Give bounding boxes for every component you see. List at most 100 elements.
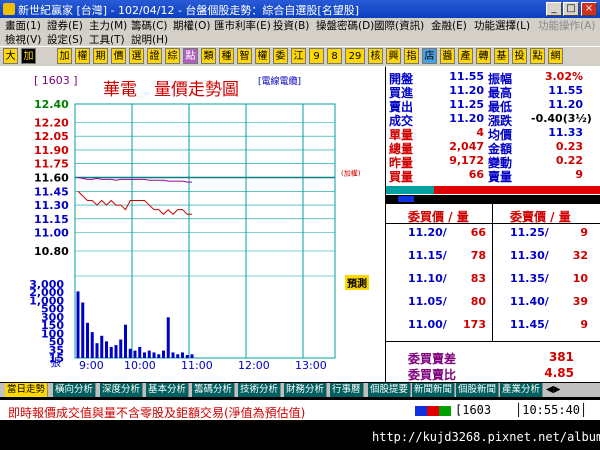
toolbar-button[interactable]: 29 — [345, 48, 365, 64]
tab[interactable]: 籌碼分析 — [192, 383, 236, 397]
maximize-button[interactable]: □ — [563, 2, 579, 16]
status-bar: 即時報價成交值與量不含零股及鉅額交易(淨值為預估值) [1603 │10:55:… — [0, 398, 600, 422]
time-tick-label: 12:00 — [238, 359, 270, 372]
bid-qty: 173 — [463, 318, 486, 331]
menu-item[interactable]: 說明(H) — [131, 32, 168, 47]
toolbar-button[interactable]: 權 — [255, 48, 270, 64]
tab[interactable]: 財務分析 — [284, 383, 328, 397]
toolbar-button[interactable]: 指 — [404, 48, 419, 64]
book-row: 11.15/78 11.30/32 — [386, 249, 600, 269]
menu-item[interactable]: 主力(M) — [89, 18, 127, 33]
predict-button[interactable]: 預測 — [345, 275, 369, 290]
tab[interactable]: 技術分析 — [238, 383, 282, 397]
analysis-tabs: 當日走勢 橫向分析 深度分析 基本分析 籌碼分析 技術分析 財務分析 行事曆 個… — [0, 383, 600, 397]
toolbar-button[interactable]: 大 — [3, 48, 18, 64]
toolbar-button[interactable]: 網 — [548, 48, 563, 64]
volume-bar — [162, 350, 165, 358]
y-tick-label: 11.60 — [34, 172, 69, 185]
quote-value: 9 — [575, 168, 583, 181]
y-tick-label: 12.40 — [34, 98, 69, 111]
menu-item[interactable]: 金融(E) — [431, 18, 467, 33]
toolbar-button[interactable]: 類 — [201, 48, 216, 64]
tab[interactable]: 個股新聞 — [456, 383, 500, 397]
tab[interactable]: 橫向分析 — [53, 383, 97, 397]
volume-bar — [176, 354, 180, 358]
toolbar-button[interactable]: 種 — [219, 48, 234, 64]
volume-bar — [152, 352, 156, 358]
toolbar-button[interactable]: 證 — [147, 48, 162, 64]
toolbar-button[interactable]: 期 — [93, 48, 108, 64]
toolbar-button[interactable]: 委 — [273, 48, 288, 64]
time-tick-label: 11:00 — [181, 359, 213, 372]
menu-item[interactable]: 畫面(1) — [5, 18, 41, 33]
menu-item[interactable]: 期權(O) — [173, 18, 210, 33]
menu-item[interactable]: 功能操作(A) — [538, 18, 595, 33]
tab-scroll[interactable]: ◀▶ — [544, 383, 563, 397]
menu-item[interactable]: 匯市利率(E) — [214, 18, 271, 33]
volume-unit: 張 — [50, 356, 61, 369]
quote-label: 賣量 — [488, 170, 513, 184]
toolbar-button[interactable]: 基 — [494, 48, 509, 64]
menu-item[interactable]: 工具(T) — [89, 32, 125, 47]
toolbar-button[interactable]: 轉 — [476, 48, 491, 64]
book-row: 11.20/66 11.25/9 — [386, 226, 600, 246]
volume-bar — [181, 352, 184, 358]
volume-bar — [190, 354, 194, 358]
menu-item[interactable]: 投資(B) — [273, 18, 309, 33]
quote-row: 賣出 11.25 最低 11.20 — [386, 98, 600, 114]
toolbar-button[interactable]: 加 — [57, 48, 72, 64]
minimize-button[interactable]: _ — [546, 2, 562, 16]
book-row: 11.05/80 11.40/39 — [386, 295, 600, 315]
quote-label: 買量 — [389, 170, 414, 184]
buy-sell-bar — [386, 186, 600, 194]
toolbar-button[interactable]: 選 — [129, 48, 144, 64]
toolbar-button[interactable]: 權 — [75, 48, 90, 64]
menu-item[interactable]: 籌碼(C) — [131, 18, 168, 33]
diff-value: 381 — [548, 350, 574, 364]
toolbar-button[interactable]: 8 — [327, 48, 342, 64]
menu-item[interactable]: 國際(資訊) — [374, 18, 424, 33]
quote-value: 11.20 — [548, 98, 583, 111]
tab[interactable]: 新聞新聞 — [412, 383, 456, 397]
time-tick-label: 10:00 — [124, 359, 156, 372]
toolbar-button[interactable]: 9 — [309, 48, 324, 64]
tab[interactable]: 基本分析 — [146, 383, 190, 397]
volume-bar — [138, 346, 142, 358]
menu-item[interactable]: 設定(S) — [47, 32, 83, 47]
volume-bar — [166, 317, 170, 358]
app-icon — [3, 3, 15, 15]
toolbar-button[interactable]: 店 — [422, 48, 437, 64]
toolbar-button[interactable]: 點 — [530, 48, 545, 64]
close-button[interactable]: × — [581, 2, 597, 16]
y-tick-label: 11.15 — [34, 213, 69, 226]
quote-value: 11.55 — [449, 70, 484, 83]
tab[interactable]: 個股提要 — [368, 383, 412, 397]
toolbar-button[interactable]: 核 — [368, 48, 383, 64]
price-volume-chart: [ 1603 ] 華電 量價走勢圖 [電線電纜] 9:00 10:00 11:00 1… — [0, 66, 385, 382]
color-indicator — [415, 406, 451, 416]
tab[interactable]: 行事曆 — [330, 383, 364, 397]
tab[interactable]: 產業分析 — [500, 383, 544, 397]
toolbar-button[interactable]: 價 — [111, 48, 126, 64]
toolbar-button[interactable]: 點 — [183, 48, 198, 64]
menu-item[interactable]: 功能選擇(L) — [474, 18, 530, 33]
volume-bar — [109, 346, 113, 358]
toolbar-button[interactable]: 投 — [512, 48, 527, 64]
toolbar-button[interactable]: 加 — [21, 48, 36, 64]
toolbar-button[interactable]: 產 — [458, 48, 473, 64]
toolbar-button[interactable]: 綜 — [165, 48, 180, 64]
menu-item[interactable]: 操盤密碼(D) — [316, 18, 374, 33]
toolbar-button[interactable]: 江 — [291, 48, 306, 64]
tab-intraday[interactable]: 當日走勢 — [5, 383, 49, 397]
toolbar-button[interactable]: 智 — [237, 48, 252, 64]
volume-bar — [114, 345, 118, 358]
tab[interactable]: 深度分析 — [100, 383, 144, 397]
toolbar-button[interactable]: 興 — [386, 48, 401, 64]
quote-row: 開盤 11.55 振幅 3.02% — [386, 70, 600, 86]
bid-qty: 78 — [470, 249, 486, 262]
ask-price: 11.30/ — [510, 249, 549, 262]
toolbar-button[interactable]: 醬 — [440, 48, 455, 64]
menu-item[interactable]: 證券(E) — [47, 18, 83, 33]
menu-item[interactable]: 檢視(V) — [5, 32, 41, 47]
reference-tag: (加權) — [341, 169, 361, 178]
